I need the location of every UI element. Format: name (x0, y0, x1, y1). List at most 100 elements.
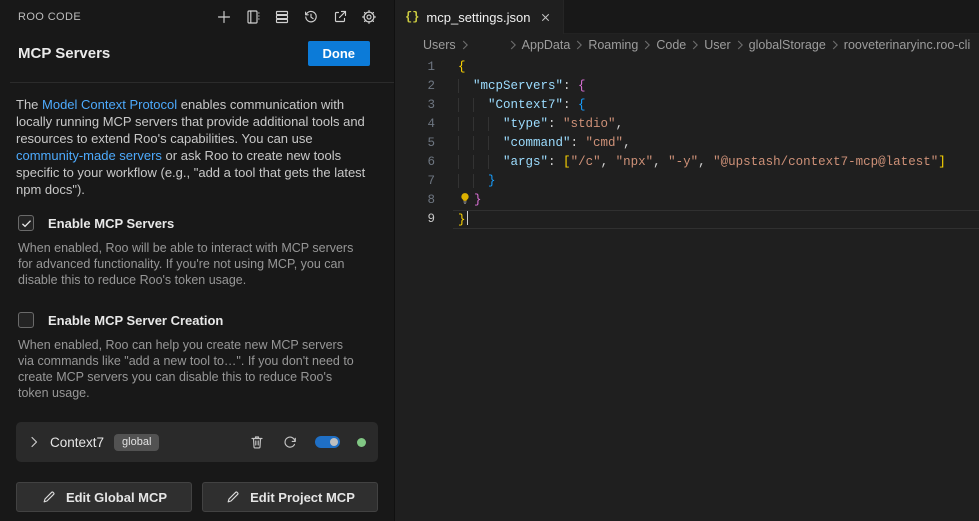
refresh-icon[interactable] (282, 434, 298, 450)
pencil-icon (225, 489, 241, 505)
code-token: ] (938, 155, 946, 169)
code-token: "Context7" (488, 98, 563, 112)
chevron-right-icon (505, 37, 521, 53)
code-text: "type": "stdio", (458, 115, 623, 134)
code-token: } (488, 174, 496, 188)
line-number: 2 (395, 77, 435, 96)
server-row-context7[interactable]: Context7 global (16, 422, 378, 462)
code-token: "command" (503, 136, 571, 150)
enable-creation-checkbox[interactable] (18, 312, 34, 328)
code-token: "args" (503, 155, 548, 169)
code-token (458, 79, 473, 93)
code-token: "mcpServers" (473, 79, 563, 93)
enable-servers-group: Enable MCP Servers When enabled, Roo wil… (18, 215, 378, 288)
server-actions (249, 434, 366, 450)
close-icon[interactable] (537, 9, 553, 25)
enable-servers-row: Enable MCP Servers (18, 215, 378, 231)
breadcrumb-item[interactable]: User (704, 38, 730, 52)
chevron-right-icon (639, 37, 655, 53)
enable-creation-group: Enable MCP Server Creation When enabled,… (18, 312, 378, 401)
code-token: "@upstash/context7-mcp@latest" (713, 155, 938, 169)
code-token: "type" (503, 117, 548, 131)
code-editor[interactable]: 1{2 "mcpServers": {3 "Context7": {4 "typ… (395, 56, 979, 521)
code-token: , (653, 155, 668, 169)
breadcrumb-item[interactable]: AppData (522, 38, 571, 52)
tab-bar: {} mcp_settings.json (395, 0, 979, 34)
code-line: 9} (395, 210, 979, 229)
editor-panel: {} mcp_settings.json Users AppData Roaming… (395, 0, 979, 521)
breadcrumb-item[interactable]: rooveterinaryinc.roo-cli (844, 38, 970, 52)
code-token (458, 174, 488, 188)
server-scope-badge: global (114, 434, 159, 451)
edit-global-mcp-button[interactable]: Edit Global MCP (16, 482, 192, 512)
code-token: } (474, 193, 482, 207)
done-button[interactable]: Done (308, 41, 371, 66)
description-link[interactable]: Model Context Protocol (42, 97, 177, 112)
code-line: 8} (395, 191, 979, 210)
description-text: The (16, 97, 42, 112)
code-line: 2 "mcpServers": { (395, 77, 979, 96)
divider (10, 82, 394, 83)
sidebar-toolbar (213, 6, 380, 28)
code-token: "npx" (616, 155, 654, 169)
enable-creation-label: Enable MCP Server Creation (48, 313, 223, 328)
server-status-dot (357, 438, 366, 447)
gear-icon[interactable] (358, 6, 380, 28)
plus-icon[interactable] (213, 6, 235, 28)
notebook-icon[interactable] (242, 6, 264, 28)
page-title-row: MCP Servers Done (0, 33, 394, 72)
check-icon (20, 217, 33, 230)
trash-icon[interactable] (249, 434, 265, 450)
code-line: 1{ (395, 58, 979, 77)
enable-servers-label: Enable MCP Servers (48, 216, 174, 231)
chevron-right-icon (687, 37, 703, 53)
code-line: 3 "Context7": { (395, 96, 979, 115)
open-external-icon[interactable] (329, 6, 351, 28)
code-text: "args": ["/c", "npx", "-y", "@upstash/co… (458, 153, 946, 172)
code-token: { (458, 60, 466, 74)
code-token (458, 117, 503, 131)
roo-code-sidebar: ROO CODE MCP Servers Done The Model Cont… (0, 0, 395, 521)
json-file-icon: {} (405, 10, 419, 24)
description-link[interactable]: community-made servers (16, 148, 162, 163)
line-number: 6 (395, 153, 435, 172)
breadcrumb-item[interactable]: Code (656, 38, 686, 52)
code-token: [ (563, 155, 571, 169)
server-icon[interactable] (271, 6, 293, 28)
text-cursor (467, 210, 469, 225)
code-token: "/c" (571, 155, 601, 169)
breadcrumb-item[interactable]: globalStorage (749, 38, 826, 52)
chevron-right-icon[interactable] (26, 434, 42, 450)
enable-servers-description: When enabled, Roo will be able to intera… (18, 240, 362, 288)
breadcrumb-item[interactable]: Roaming (588, 38, 638, 52)
line-number: 9 (395, 210, 435, 229)
history-icon[interactable] (300, 6, 322, 28)
code-text: "command": "cmd", (458, 134, 631, 153)
code-token: : (548, 117, 563, 131)
line-number: 1 (395, 58, 435, 77)
code-token: , (623, 136, 631, 150)
toggle-knob (330, 438, 338, 446)
line-number: 7 (395, 172, 435, 191)
enable-servers-checkbox[interactable] (18, 215, 34, 231)
code-token: "-y" (668, 155, 698, 169)
code-token: { (578, 79, 586, 93)
lightbulb-icon[interactable] (458, 191, 472, 206)
code-token: } (458, 213, 466, 227)
server-enabled-toggle[interactable] (315, 436, 340, 448)
server-name: Context7 (50, 435, 104, 450)
code-token: : (563, 79, 578, 93)
code-token: , (601, 155, 616, 169)
breadcrumb-item[interactable]: Users (423, 38, 456, 52)
edit-project-mcp-label: Edit Project MCP (250, 490, 355, 505)
edit-project-mcp-button[interactable]: Edit Project MCP (202, 482, 378, 512)
tab-mcp-settings[interactable]: {} mcp_settings.json (395, 0, 564, 34)
code-text: "Context7": { (458, 96, 586, 115)
page-title: MCP Servers (18, 45, 110, 62)
code-token: { (578, 98, 586, 112)
code-line: 7 } (395, 172, 979, 191)
line-number: 4 (395, 115, 435, 134)
code-token (458, 155, 503, 169)
code-line: 5 "command": "cmd", (395, 134, 979, 153)
app-title: ROO CODE (18, 11, 81, 23)
